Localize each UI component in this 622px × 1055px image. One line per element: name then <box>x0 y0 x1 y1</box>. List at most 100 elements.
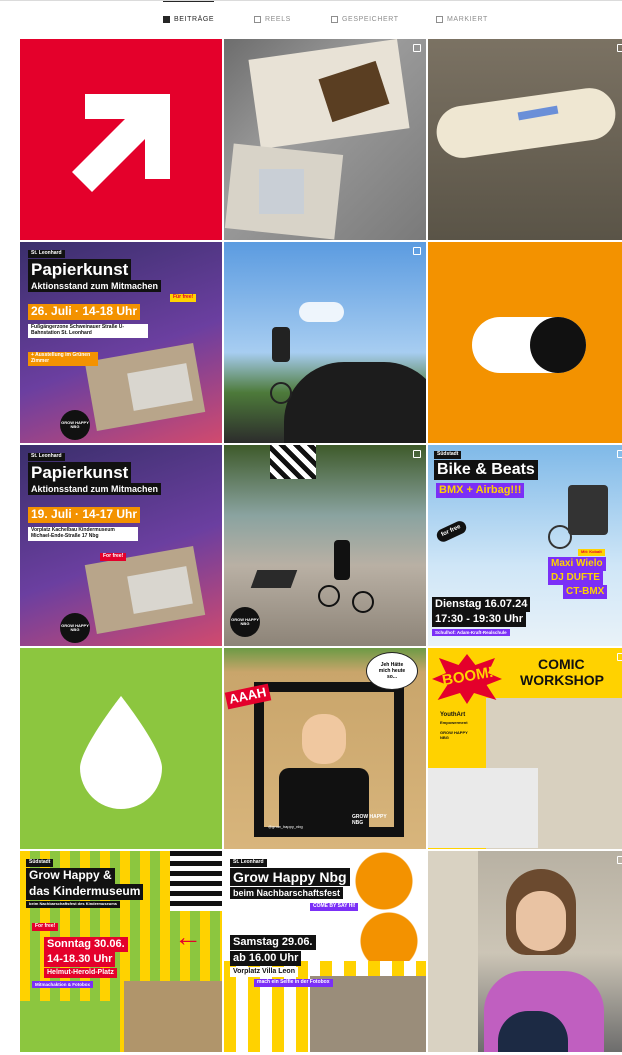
post-title: Papierkunst <box>28 259 132 281</box>
district-label: Südstadt <box>434 451 462 459</box>
photo <box>334 540 350 580</box>
tab-label: GESPEICHERT <box>342 15 399 23</box>
tab-saved[interactable]: GESPEICHERT <box>331 1 399 37</box>
post-kindermuseum[interactable]: Südstadt Grow Happy & das Kindermuseum b… <box>20 851 222 1052</box>
photo <box>250 570 298 588</box>
post-bmx-rider-photo[interactable] <box>224 242 426 443</box>
multi-post-icon <box>413 44 421 52</box>
post-papierkunst-19-juli[interactable]: St. Leonhard Papierkunst Aktionsstand zu… <box>20 445 222 646</box>
event-date: 19. Juli · 14-17 Uhr <box>28 507 141 523</box>
district-label: Südstadt <box>26 859 54 867</box>
event-date: Samstag 29.06. <box>230 935 316 950</box>
toggle-icon <box>472 317 586 373</box>
post-photobooth-photo[interactable]: AAAH Jeh Hätte mich heute so... @grow_ha… <box>224 648 426 849</box>
tab-tagged[interactable]: MARKIERT <box>436 1 488 37</box>
photo <box>270 382 292 404</box>
posts-grid: St. Leonhard Papierkunst Aktionsstand zu… <box>20 39 622 1055</box>
event-place: Vorplatz Kachelbau Kindermuseum Michael-… <box>28 527 138 541</box>
post-title: Grow Happy & <box>26 868 115 884</box>
post-bike-and-beats[interactable]: Südstadt Bike & Beats BMX + Airbag!!! fo… <box>428 445 622 646</box>
free-badge: For free! <box>100 553 127 561</box>
lineup-label: Mit: Kobalt <box>578 549 605 556</box>
speech-bubble-text: Jeh Hätte mich heute so... <box>378 662 406 680</box>
lineup-item: CT-BMX <box>563 585 608 599</box>
multi-post-icon <box>413 247 421 255</box>
grow-happy-logo: GROW HAPPY NBG <box>230 607 260 637</box>
district-label: St. Leonhard <box>230 859 267 867</box>
photo <box>516 891 566 951</box>
tab-label: MARKIERT <box>447 15 488 23</box>
photo <box>428 768 538 848</box>
post-nachbarschaftsfest[interactable]: St. Leonhard Grow Happy Nbg beim Nachbar… <box>224 851 426 1052</box>
post-portrait-photo[interactable] <box>428 851 622 1052</box>
post-title: das Kindermuseum <box>26 884 144 900</box>
post-skateboard-photo[interactable] <box>428 39 622 240</box>
post-subtitle: beim Nachbarschaftsfest <box>230 887 344 900</box>
free-badge: For free! <box>32 923 59 931</box>
post-arrow-logo[interactable] <box>20 39 222 240</box>
drop-icon <box>80 696 162 809</box>
lineup-item: Maxi Wielo <box>548 557 606 571</box>
photo <box>299 302 344 322</box>
event-date: Dienstag 16.07.24 <box>432 597 531 612</box>
post-title: Grow Happy Nbg <box>230 868 350 887</box>
pattern-decoration <box>20 1001 120 1052</box>
event-time: 14-18.30 Uhr <box>44 952 116 967</box>
event-place: Schulhof: Adam-Kraft-Realschule <box>432 629 510 637</box>
post-comic-workshop[interactable]: BOOM! COMIC WORKSHOP YouthArt Empowermen… <box>428 648 622 849</box>
grid-icon <box>163 16 170 23</box>
post-title: COMIC <box>538 656 585 672</box>
event-time: 17:30 - 19:30 Uhr <box>432 612 527 627</box>
post-subtitle: beim Nachbarschaftsfest des Kindermuseum… <box>26 901 121 908</box>
bookmark-icon <box>331 15 338 23</box>
pattern-decoration <box>270 445 316 479</box>
reels-icon <box>254 15 261 23</box>
tab-label: BEITRÄGE <box>174 16 215 23</box>
post-paper-workshop-photo[interactable] <box>224 39 426 240</box>
tab-posts[interactable]: BEITRÄGE <box>163 1 215 37</box>
photo <box>352 591 374 613</box>
tab-label: REELS <box>265 15 291 23</box>
post-bmx-shadow-photo[interactable]: GROW HAPPY NBG <box>224 445 426 646</box>
multi-post-icon <box>413 450 421 458</box>
post-subtitle: Aktionsstand zum Mitmachen <box>28 280 162 293</box>
post-subtitle: Aktionsstand zum Mitmachen <box>28 483 162 496</box>
event-date: Sonntag 30.06. <box>44 937 128 952</box>
event-place: Fußgängerzone Schweinauer Straße U-Bahns… <box>28 324 148 338</box>
post-subtitle: BMX + Airbag!!! <box>436 483 525 498</box>
photo <box>548 525 572 549</box>
post-toggle-logo[interactable] <box>428 242 622 443</box>
photo <box>302 714 346 764</box>
speech-bubble: Jeh Hätte mich heute so... <box>366 652 418 690</box>
post-drop-logo[interactable] <box>20 648 222 849</box>
event-note: + Ausstellung im Grünen Zimmer <box>28 352 98 366</box>
event-place: Helmut-Herold-Platz <box>44 968 117 979</box>
photo <box>272 327 290 362</box>
post-title: Papierkunst <box>28 462 132 484</box>
photo <box>318 585 340 607</box>
multi-post-icon <box>617 450 622 458</box>
photo <box>124 981 222 1052</box>
multi-post-icon <box>617 856 622 864</box>
arrow-left-icon: ← <box>174 921 202 952</box>
photo <box>428 851 478 1052</box>
post-papierkunst-26-juli[interactable]: St. Leonhard Papierkunst Aktionsstand zu… <box>20 242 222 443</box>
event-place: Vorplatz Villa Leon <box>230 967 298 978</box>
post-title: Bike & Beats <box>434 460 538 481</box>
org-label: YouthArt <box>440 712 466 718</box>
profile-tabs: BEITRÄGE REELS GESPEICHERT MARKIERT <box>0 0 622 36</box>
event-extra: Mitmachaktion & Fotobox <box>32 981 93 989</box>
photo <box>310 976 426 1052</box>
lineup-item: DJ DUFTE <box>548 571 603 585</box>
event-date: 26. Juli · 14-18 Uhr <box>28 304 141 320</box>
event-extra: mach ein Selfie in der Fotobox <box>254 979 333 987</box>
tagged-icon <box>436 15 443 23</box>
org-label: Empowerment <box>440 720 468 725</box>
district-label: St. Leonhard <box>28 250 65 258</box>
tab-reels[interactable]: REELS <box>254 1 291 37</box>
photo <box>259 169 304 214</box>
post-title: WORKSHOP <box>520 672 604 688</box>
event-time: ab 16.00 Uhr <box>230 951 302 966</box>
multi-post-icon <box>617 653 622 661</box>
arrow-logo-icon <box>72 94 170 192</box>
